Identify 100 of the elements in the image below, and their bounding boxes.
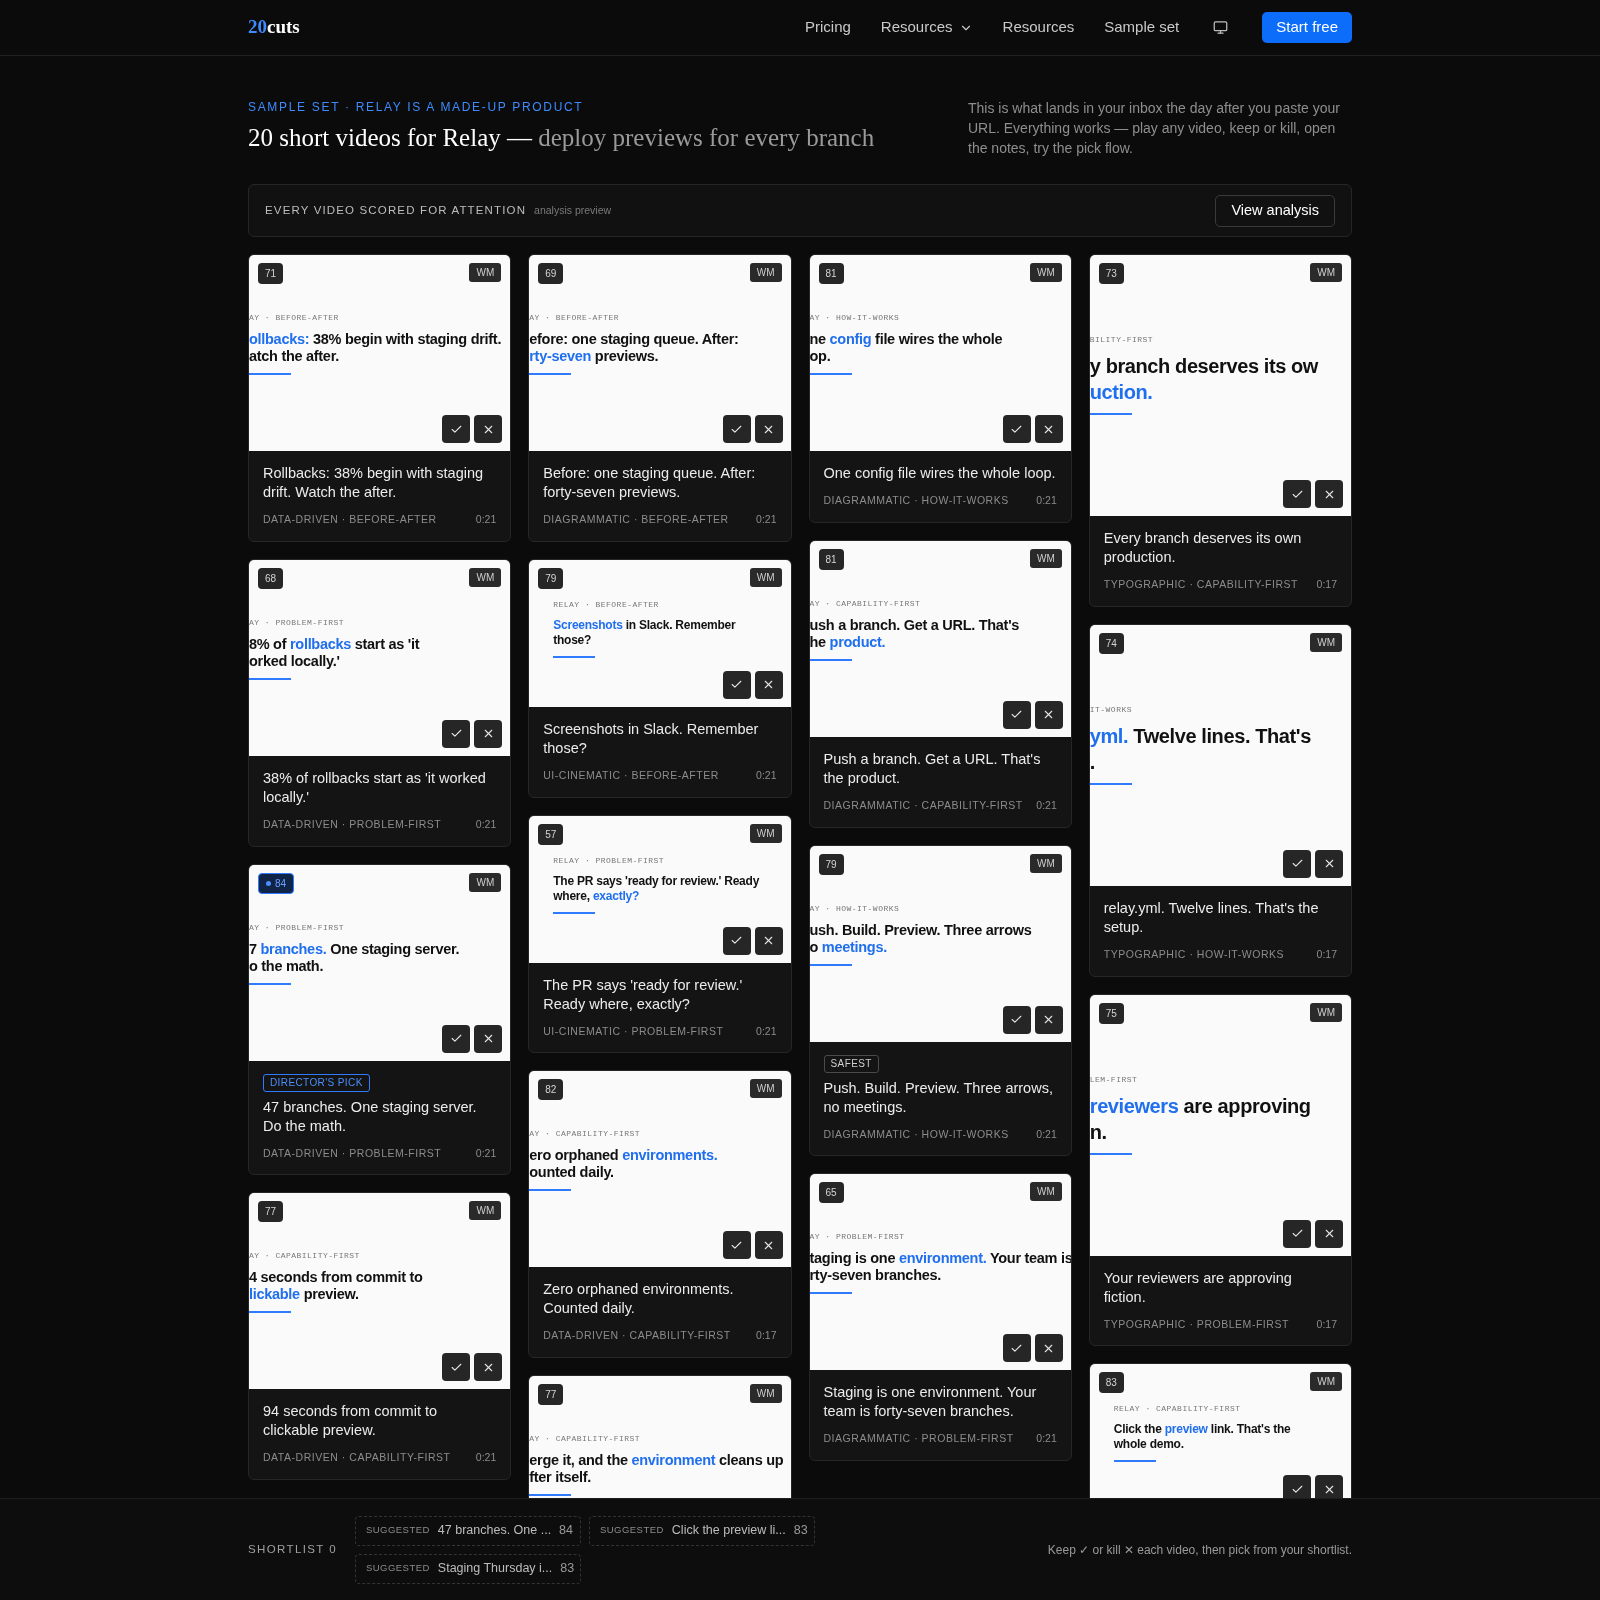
score-badge: 84 [258,872,295,894]
video-title: 47 branches. One staging server. Do the math. [263,1097,478,1136]
video-card[interactable]: 79 WM AY · HOW-IT-WORKS ush. Build. Preview. Three arrows o meetings. SAFEST Push. Build. Preview. Three arrows, no meetings. DIAGRAMMATIC · HOW-IT-WORKS 0:21 [808,844,1072,1157]
video-card[interactable]: 57 WM RELAY · PROBLEM-FIRST The PR says 'ready for review.' Ready where, exactly? The PR says 'ready for review.' Ready where, exactly? UI-CINEMATIC · PROBLEM-FIRST 0:21 [528,814,792,1054]
video-card[interactable]: 79 WM RELAY · BEFORE-AFTER Screenshots in Slack. Remember those? Screenshots in Slack. Remember those? UI-CINEMATIC · BEFORE-AFTER 0:21 [528,558,792,798]
kill-button[interactable] [754,415,783,443]
video-title: Every branch deserves its own production. [1103,529,1303,567]
keep-button[interactable] [442,1353,471,1382]
keep-button[interactable] [722,415,751,443]
thumbnail-eyebrow: AY · HOW-IT-WORKS [809,903,900,914]
kill-button[interactable] [754,926,783,955]
video-thumbnail[interactable]: 57 WM RELAY · PROBLEM-FIRST The PR says 'ready for review.' Ready where, exactly? [529,815,791,963]
kill-button[interactable] [474,415,503,443]
video-card[interactable]: 69 WM AY · BEFORE-AFTER efore: one staging queue. After: rty-seven previews. Before: one staging queue. After: forty-seven previews. DIAGRAMMATIC · BEFORE-AFTER 0:21 [528,254,792,542]
kill-button[interactable] [1034,700,1063,729]
nav-link[interactable]: Pricing [805,16,851,39]
score-badge: 79 [818,853,844,875]
keep-button[interactable] [1283,1475,1311,1498]
kill-button[interactable] [1315,480,1343,508]
keep-button[interactable] [1002,415,1031,443]
video-duration: 0:17 [1316,1316,1337,1332]
keep-button[interactable] [1002,700,1031,729]
keep-button[interactable] [722,1231,751,1260]
start-free-button[interactable]: Start free [1262,12,1352,43]
check-icon [1010,1013,1024,1026]
video-card[interactable]: 75 WM LEM-FIRST reviewers are approving n. Your reviewers are approving fiction. TYPOGRAPHIC · PROBLEM-FIRST 0:17 [1088,993,1352,1347]
kill-button[interactable] [1034,415,1063,443]
video-card[interactable]: 82 WM AY · CAPABILITY-FIRST ero orphaned environments. ounted daily. Zero orphaned environments. Counted daily. DATA-DRIVEN · CAPABILITY-FIRST 0:17 [528,1070,792,1358]
video-duration: 0:21 [756,1023,777,1039]
video-thumbnail[interactable]: 79 WM RELAY · BEFORE-AFTER Screenshots in Slack. Remember those? [529,559,791,707]
view-analysis-button[interactable]: View analysis [1215,194,1335,227]
video-thumbnail[interactable]: 73 WM BILITY-FIRST y branch deserves its ow uction. [1089,255,1351,516]
keep-button[interactable] [442,1024,471,1053]
watermark-badge: WM [749,823,782,843]
thumbnail-eyebrow: BILITY-FIRST [1089,335,1154,345]
video-duration: 0:21 [475,1145,497,1161]
watermark-badge: WM [749,1079,782,1099]
thumbnail-eyebrow: AY · PROBLEM-FIRST [809,1232,905,1243]
video-thumbnail[interactable]: 82 WM AY · CAPABILITY-FIRST ero orphaned environments. ounted daily. [529,1071,791,1268]
keep-button[interactable] [1002,1005,1031,1034]
video-thumbnail[interactable]: 77 WM AY · CAPABILITY-FIRST 4 seconds from commit to lickable preview. [249,1193,511,1390]
video-title: The PR says 'ready for review.' Ready where, exactly? [543,975,744,1014]
video-thumbnail[interactable]: 71 WM AY · BEFORE-AFTER ollbacks: 38% begin with staging drift. atch the after. [249,255,511,451]
kill-button[interactable] [474,1024,503,1053]
video-card[interactable]: 77 WM AY · CAPABILITY-FIRST 4 seconds from commit to lickable preview. 94 seconds from commit to clickable preview. DATA-DRIVEN · CAPABILITY-FIRST 0:21 [248,1192,512,1480]
watermark-badge: WM [1310,1002,1342,1022]
nav-dropdown[interactable]: Resources [880,16,973,39]
video-thumbnail[interactable]: 77 WM AY · CAPABILITY-FIRST erge it, and the environment cleans up fter itself. [529,1376,791,1498]
watermark-badge: WM [749,567,782,587]
video-thumbnail[interactable]: 81 WM AY · HOW-IT-WORKS ne config file wires the whole op. [809,255,1071,451]
video-card[interactable]: 74 WM IT-WORKS yml. Twelve lines. That's . relay.yml. Twelve lines. That's the setup. TYPOGRAPHIC · HOW-IT-WORKS 0:17 [1088,623,1352,977]
video-duration: 0:21 [1036,1126,1057,1142]
score-badge: 79 [538,567,564,589]
kill-button[interactable] [1315,849,1343,878]
keep-button[interactable] [722,670,751,699]
video-title: Rollbacks: 38% begin with staging drift. Watch the after. [263,464,485,502]
video-thumbnail[interactable]: 81 WM AY · CAPABILITY-FIRST ush a branch. Get a URL. That's he product. [809,540,1071,737]
kill-button[interactable] [474,719,503,748]
video-thumbnail[interactable]: 68 WM AY · PROBLEM-FIRST 8% of rollbacks start as 'it orked locally.' [249,559,511,756]
kill-button[interactable] [1034,1334,1063,1363]
hero-intro: This is what lands in your inbox the day after you paste your URL. Everything works — play any video, keep or kill, open the notes, try the pick flow. [968,99,1341,158]
kill-button[interactable] [1315,1475,1343,1498]
keep-button[interactable] [722,926,751,955]
video-tags: UI-CINEMATIC · PROBLEM-FIRST [543,1023,724,1040]
video-card[interactable]: 81 WM AY · HOW-IT-WORKS ne config file wires the whole op. One config file wires the whole loop. DIAGRAMMATIC · HOW-IT-WORKS 0:21 [808,254,1072,523]
video-card[interactable]: 68 WM AY · PROBLEM-FIRST 8% of rollbacks start as 'it orked locally.' 38% of rollbacks start as 'it worked locally.' DATA-DRIVEN · PROBLEM-FIRST 0:21 [248,558,512,847]
video-thumbnail[interactable]: 79 WM AY · HOW-IT-WORKS ush. Build. Preview. Three arrows o meetings. [809,845,1071,1042]
suggestion-chip[interactable]: SUGGESTED 47 branches. One ... 84 [354,1515,581,1546]
kill-button[interactable] [1315,1219,1343,1248]
video-tags: DIAGRAMMATIC · CAPABILITY-FIRST [823,797,1023,814]
accent-underline [809,373,852,375]
video-card[interactable]: 84 WM AY · PROBLEM-FIRST 7 branches. One staging server. o the math. DIRECTOR'S PICK 47 branches. One staging server. Do the math. DATA-DRIVEN · PROBLEM-FIRST 0:21 [248,863,512,1176]
keep-button[interactable] [442,719,471,748]
nav-link[interactable]: Resources [1002,16,1075,39]
video-tags: DIAGRAMMATIC · HOW-IT-WORKS [823,493,1009,509]
keep-button[interactable] [1283,849,1311,878]
video-card[interactable]: 71 WM AY · BEFORE-AFTER ollbacks: 38% begin with staging drift. atch the after. Rollbacks: 38% begin with staging drift. Watch the after. DATA-DRIVEN · BEFORE-AFTER 0:21 [248,254,512,542]
keep-button[interactable] [1283,480,1311,508]
video-card[interactable]: 81 WM AY · CAPABILITY-FIRST ush a branch. Get a URL. That's he product. Push a branch. Get a URL. That's the product. DIAGRAMMATIC · CAPABILITY-FIRST 0:21 [808,539,1072,828]
analysis-label: EVERY VIDEO SCORED FOR ATTENTION [265,202,527,218]
video-card[interactable]: 73 WM BILITY-FIRST y branch deserves its ow uction. Every branch deserves its own production. TYPOGRAPHIC · CAPABILITY-FIRST 0:17 [1088,254,1352,607]
video-tags: TYPOGRAPHIC · HOW-IT-WORKS [1103,946,1285,963]
suggestion-chip[interactable]: SUGGESTED Staging Thursday i... 83 [354,1553,581,1584]
kill-button[interactable] [474,1353,503,1382]
kill-button[interactable] [754,1231,783,1260]
video-thumbnail[interactable]: 74 WM IT-WORKS yml. Twelve lines. That's . [1089,624,1351,886]
kill-button[interactable] [754,670,783,699]
suggestion-chip[interactable]: SUGGESTED Click the preview li... 83 [588,1515,815,1546]
video-thumbnail[interactable]: 69 WM AY · BEFORE-AFTER efore: one staging queue. After: rty-seven previews. [529,255,791,451]
logo[interactable]: 20cuts [248,13,300,42]
video-thumbnail[interactable]: 84 WM AY · PROBLEM-FIRST 7 branches. One staging server. o the math. [249,864,511,1061]
keep-button[interactable] [442,415,471,443]
keep-button[interactable] [1002,1334,1031,1363]
video-thumbnail[interactable]: 75 WM LEM-FIRST reviewers are approving n. [1089,994,1351,1256]
video-thumbnail[interactable]: 83 WM RELAY · CAPABILITY-FIRST Click the preview link. That's the whole demo. [1089,1364,1351,1498]
thumbnail-headline: where, exactly? [553,888,640,904]
nav-link[interactable]: Sample set [1104,16,1180,39]
watermark-badge: WM [1310,263,1342,282]
kill-button[interactable] [1034,1005,1063,1034]
keep-button[interactable] [1283,1219,1311,1248]
